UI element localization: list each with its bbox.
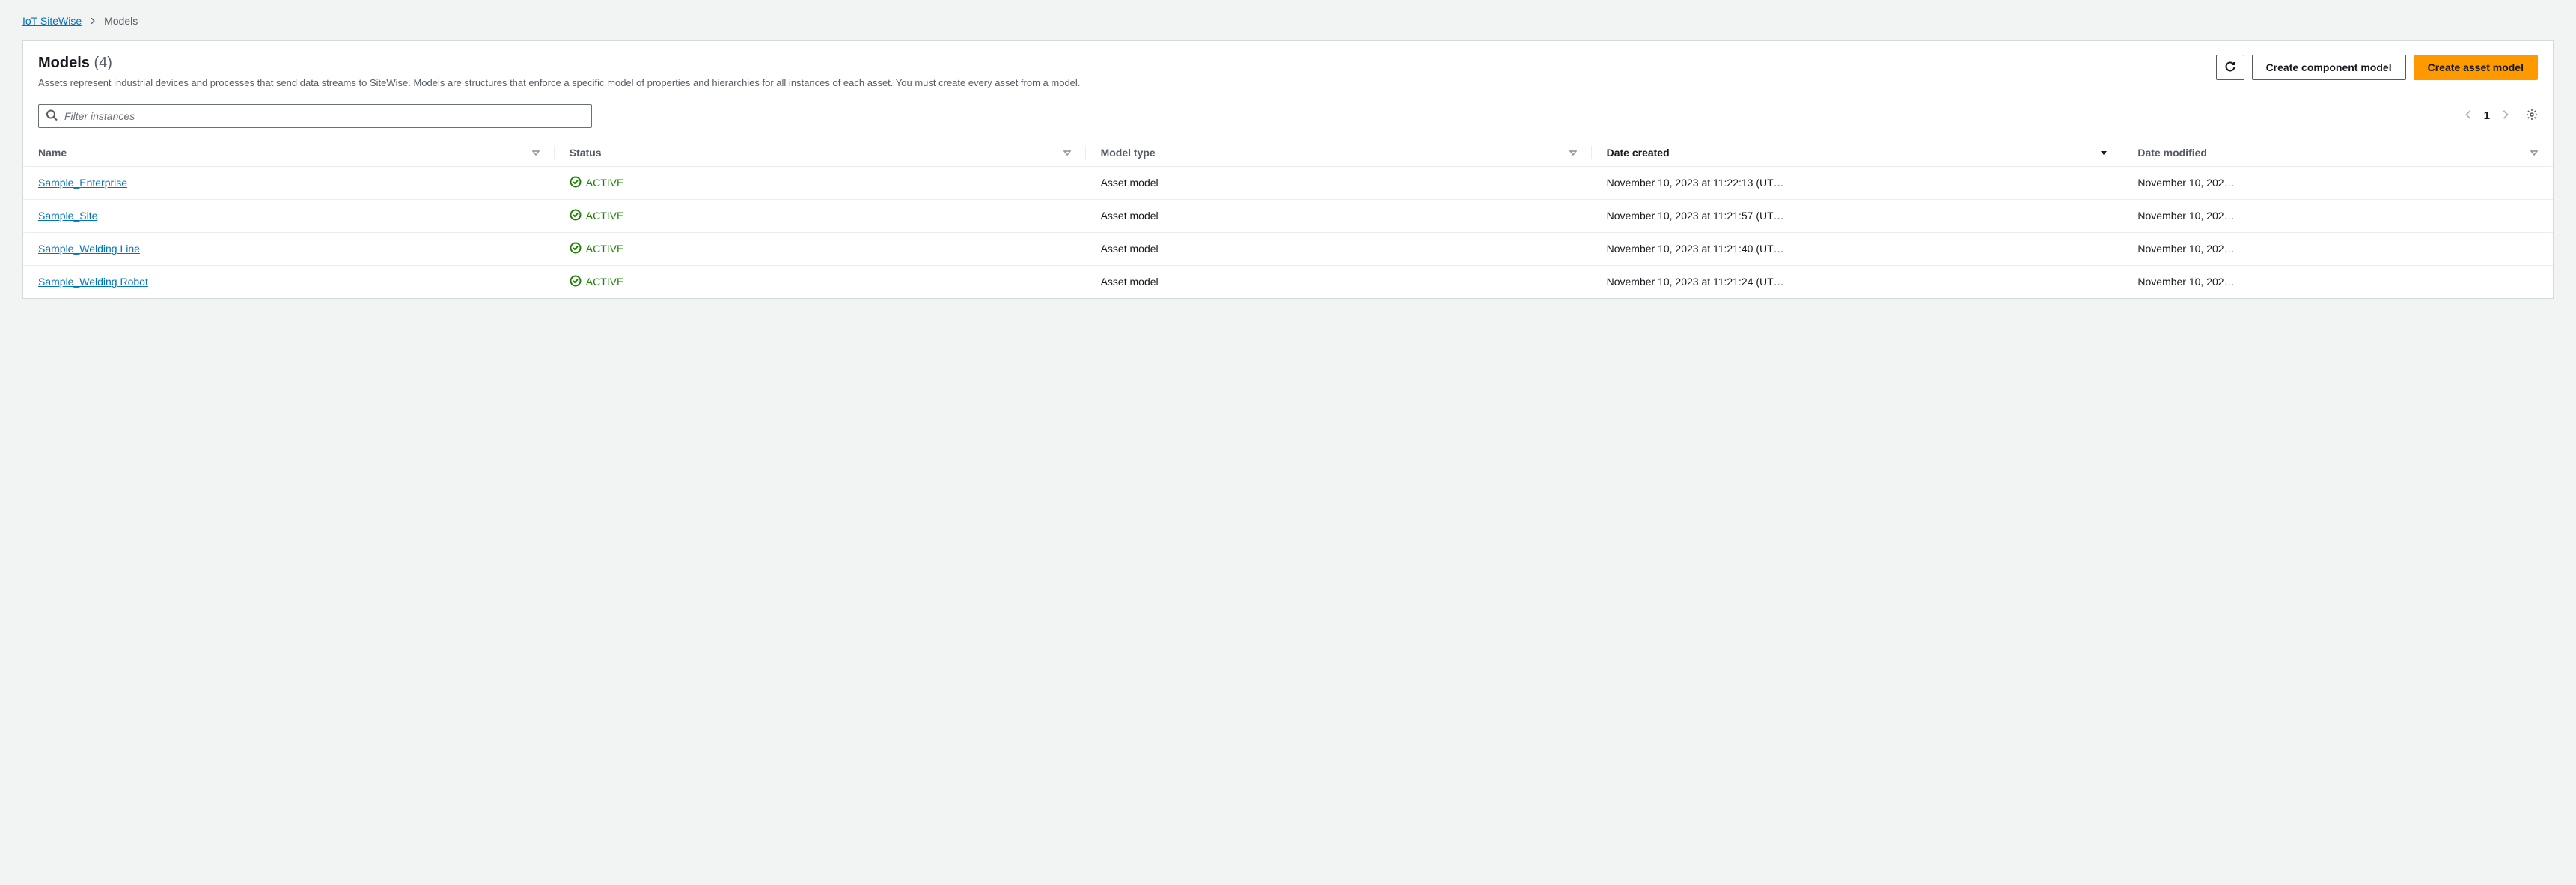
model-name-link[interactable]: Sample_Enterprise xyxy=(38,177,127,189)
check-circle-icon xyxy=(570,209,582,223)
chevron-right-icon xyxy=(89,15,97,27)
model-type-cell: Asset model xyxy=(1086,166,1592,199)
date-modified-cell: November 10, 202… xyxy=(2122,166,2553,199)
date-created-cell: November 10, 2023 at 11:21:24 (UT… xyxy=(1592,265,2123,298)
column-header-name[interactable]: Name xyxy=(23,139,555,166)
column-header-status[interactable]: Status xyxy=(555,139,1086,166)
model-type-cell: Asset model xyxy=(1086,232,1592,265)
sort-icon xyxy=(1569,149,1577,156)
column-header-type[interactable]: Model type xyxy=(1086,139,1592,166)
column-header-status-label: Status xyxy=(570,147,602,159)
refresh-button[interactable] xyxy=(2216,55,2244,80)
model-name-link[interactable]: Sample_Welding Robot xyxy=(38,276,148,288)
status-text: ACTIVE xyxy=(586,177,624,189)
status-badge: ACTIVE xyxy=(570,242,624,256)
check-circle-icon xyxy=(570,176,582,190)
breadcrumb-root[interactable]: IoT SiteWise xyxy=(22,15,82,27)
models-panel: Models (4) Assets represent industrial d… xyxy=(22,40,2554,299)
sort-icon xyxy=(1063,149,1071,156)
sort-desc-icon xyxy=(2100,149,2108,156)
model-type-cell: Asset model xyxy=(1086,265,1592,298)
date-created-cell: November 10, 2023 at 11:22:13 (UT… xyxy=(1592,166,2123,199)
column-header-type-label: Model type xyxy=(1101,147,1156,159)
page-title: Models (4) xyxy=(38,55,2201,72)
breadcrumb-current: Models xyxy=(104,15,138,27)
table-row: Sample_EnterpriseACTIVEAsset modelNovemb… xyxy=(23,166,2553,199)
models-table: Name Status Model type xyxy=(23,139,2553,298)
create-asset-model-button[interactable]: Create asset model xyxy=(2414,55,2538,80)
status-text: ACTIVE xyxy=(586,276,624,288)
chevron-right-icon xyxy=(2500,109,2511,122)
status-badge: ACTIVE xyxy=(570,275,624,289)
model-name-link[interactable]: Sample_Site xyxy=(38,210,97,222)
settings-button[interactable] xyxy=(2526,109,2538,123)
sort-icon xyxy=(2530,149,2538,156)
table-row: Sample_Welding LineACTIVEAsset modelNove… xyxy=(23,232,2553,265)
column-header-modified[interactable]: Date modified xyxy=(2122,139,2553,166)
page-title-text: Models xyxy=(38,55,90,71)
table-row: Sample_SiteACTIVEAsset modelNovember 10,… xyxy=(23,199,2553,232)
refresh-icon xyxy=(2224,61,2236,75)
status-badge: ACTIVE xyxy=(570,209,624,223)
date-modified-cell: November 10, 202… xyxy=(2122,265,2553,298)
column-header-created[interactable]: Date created xyxy=(1592,139,2123,166)
sort-icon xyxy=(532,149,540,156)
date-modified-cell: November 10, 202… xyxy=(2122,199,2553,232)
check-circle-icon xyxy=(570,242,582,256)
chevron-left-icon xyxy=(2463,109,2473,122)
status-text: ACTIVE xyxy=(586,210,624,222)
pager-page-number: 1 xyxy=(2484,109,2490,122)
model-name-link[interactable]: Sample_Welding Line xyxy=(38,243,140,255)
filter-search xyxy=(38,104,592,128)
date-created-cell: November 10, 2023 at 11:21:57 (UT… xyxy=(1592,199,2123,232)
column-header-name-label: Name xyxy=(38,147,67,159)
page-title-count: (4) xyxy=(94,55,112,71)
column-header-modified-label: Date modified xyxy=(2137,147,2207,159)
search-icon xyxy=(46,109,58,123)
check-circle-icon xyxy=(570,275,582,289)
status-badge: ACTIVE xyxy=(570,176,624,190)
table-row: Sample_Welding RobotACTIVEAsset modelNov… xyxy=(23,265,2553,298)
page-description: Assets represent industrial devices and … xyxy=(38,76,2201,91)
create-component-model-button[interactable]: Create component model xyxy=(2252,55,2406,80)
date-created-cell: November 10, 2023 at 11:21:40 (UT… xyxy=(1592,232,2123,265)
model-type-cell: Asset model xyxy=(1086,199,1592,232)
filter-input[interactable] xyxy=(38,104,592,128)
gear-icon xyxy=(2526,109,2538,123)
date-modified-cell: November 10, 202… xyxy=(2122,232,2553,265)
status-text: ACTIVE xyxy=(586,243,624,255)
column-header-created-label: Date created xyxy=(1607,147,1670,159)
pager-prev-button[interactable] xyxy=(2463,109,2473,122)
breadcrumb: IoT SiteWise Models xyxy=(22,15,2554,27)
pager-next-button[interactable] xyxy=(2500,109,2511,122)
pager: 1 xyxy=(2463,109,2538,123)
